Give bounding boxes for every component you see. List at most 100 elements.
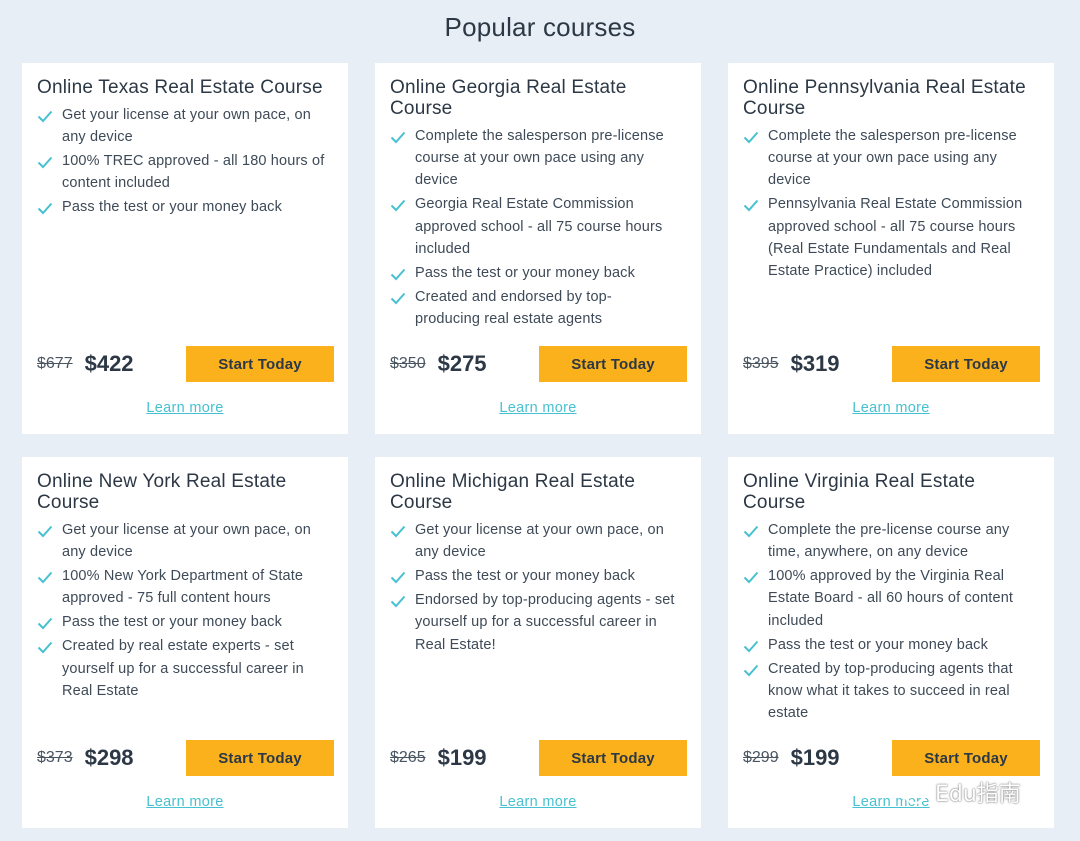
old-price: $299 xyxy=(743,749,779,766)
feature-text: 100% New York Department of State approv… xyxy=(62,568,304,607)
check-icon xyxy=(390,523,406,539)
start-today-button[interactable]: Start Today xyxy=(892,346,1040,382)
check-icon xyxy=(390,593,406,609)
card-title: Online Texas Real Estate Course xyxy=(37,77,323,98)
feature-item: Created by top-producing agents that kno… xyxy=(743,658,1041,725)
course-card-texas: Online Texas Real Estate Course Get your… xyxy=(22,63,348,434)
feature-text: Get your license at your own pace, on an… xyxy=(415,522,664,561)
card-title: Online Pennsylvania Real Estate Course xyxy=(743,77,1026,119)
feature-item: Created by real estate experts - set you… xyxy=(37,635,333,702)
feature-text: Pass the test or your money back xyxy=(62,614,282,631)
feature-item: Pass the test or your money back xyxy=(390,565,688,587)
check-icon xyxy=(37,108,53,124)
feature-item: Endorsed by top-producing agents - set y… xyxy=(390,589,688,656)
check-icon xyxy=(743,662,759,678)
feature-text: Get your license at your own pace, on an… xyxy=(62,107,311,146)
price-row: $299 $199 Start Today xyxy=(743,740,1040,776)
current-price: $422 xyxy=(84,351,134,376)
feature-item: Complete the pre-license course any time… xyxy=(743,519,1041,563)
feature-item: Complete the salesperson pre-license cou… xyxy=(390,125,688,192)
feature-text: Georgia Real Estate Commission approved … xyxy=(415,196,663,257)
feature-text: Endorsed by top-producing agents - set y… xyxy=(415,592,675,653)
course-card-michigan: Online Michigan Real Estate Course Get y… xyxy=(375,457,701,828)
current-price: $199 xyxy=(790,745,840,770)
watermark: Edu指南 xyxy=(893,776,1021,808)
check-icon xyxy=(390,290,406,306)
check-icon xyxy=(37,639,53,655)
feature-item: Pass the test or your money back xyxy=(37,196,333,218)
feature-item: Complete the salesperson pre-license cou… xyxy=(743,125,1041,192)
feature-text: Pass the test or your money back xyxy=(415,264,635,281)
feature-item: Pass the test or your money back xyxy=(37,611,333,633)
feature-list: Get your license at your own pace, on an… xyxy=(390,519,686,656)
price-row: $373 $298 Start Today xyxy=(37,740,334,776)
start-today-button[interactable]: Start Today xyxy=(892,740,1040,776)
check-icon xyxy=(37,615,53,631)
learn-more-link[interactable]: Learn more xyxy=(22,794,348,810)
feature-text: Pennsylvania Real Estate Commission appr… xyxy=(768,196,1023,280)
start-today-button[interactable]: Start Today xyxy=(186,740,334,776)
course-card-georgia: Online Georgia Real Estate Course Comple… xyxy=(375,63,701,434)
check-icon xyxy=(743,569,759,585)
learn-more-link[interactable]: Learn more xyxy=(375,794,701,810)
course-card-virginia: Online Virginia Real Estate Course Compl… xyxy=(728,457,1054,828)
check-icon xyxy=(743,523,759,539)
current-price: $199 xyxy=(437,745,487,770)
check-icon xyxy=(37,569,53,585)
check-icon xyxy=(390,266,406,282)
old-price: $395 xyxy=(743,355,779,372)
feature-text: Complete the pre-license course any time… xyxy=(768,522,1010,561)
learn-more-link[interactable]: Learn more xyxy=(728,400,1054,416)
feature-text: Complete the salesperson pre-license cou… xyxy=(768,128,1017,189)
old-price: $350 xyxy=(390,355,426,372)
check-icon xyxy=(390,197,406,213)
current-price: $319 xyxy=(790,351,840,376)
start-today-button[interactable]: Start Today xyxy=(186,346,334,382)
price-row: $350 $275 Start Today xyxy=(390,346,687,382)
feature-list: Get your license at your own pace, on an… xyxy=(37,519,333,702)
start-today-button[interactable]: Start Today xyxy=(539,346,687,382)
card-title: Online Georgia Real Estate Course xyxy=(390,77,627,119)
old-price: $265 xyxy=(390,749,426,766)
feature-item: Get your license at your own pace, on an… xyxy=(37,519,333,563)
watermark-text: Edu指南 xyxy=(935,782,1021,807)
check-icon xyxy=(743,638,759,654)
learn-more-link[interactable]: Learn more xyxy=(375,400,701,416)
feature-item: Georgia Real Estate Commission approved … xyxy=(390,193,688,260)
check-icon xyxy=(37,154,53,170)
feature-text: Created by real estate experts - set you… xyxy=(62,638,304,699)
feature-item: Pass the test or your money back xyxy=(743,634,1041,656)
feature-text: Created by top-producing agents that kno… xyxy=(768,660,1013,722)
feature-text: Pass the test or your money back xyxy=(62,199,282,216)
feature-list: Get your license at your own pace, on an… xyxy=(37,104,333,219)
card-title: Online Michigan Real Estate Course xyxy=(390,471,636,513)
feature-item: Created and endorsed by top-producing re… xyxy=(390,286,660,330)
learn-more-link[interactable]: Learn more xyxy=(22,400,348,416)
feature-list: Complete the salesperson pre-license cou… xyxy=(743,125,1039,282)
feature-text: Get your license at your own pace, on an… xyxy=(62,522,311,561)
feature-item: Get your license at your own pace, on an… xyxy=(37,104,333,148)
price-row: $677 $422 Start Today xyxy=(37,346,334,382)
feature-list: Complete the salesperson pre-license cou… xyxy=(390,125,686,330)
price-row: $395 $319 Start Today xyxy=(743,346,1040,382)
feature-item: Get your license at your own pace, on an… xyxy=(390,519,688,563)
feature-item: Pass the test or your money back xyxy=(390,262,688,284)
wechat-icon xyxy=(893,778,927,805)
check-icon xyxy=(37,200,53,216)
check-icon xyxy=(37,523,53,539)
check-icon xyxy=(743,197,759,213)
feature-text: Pass the test or your money back xyxy=(415,568,635,585)
current-price: $298 xyxy=(84,745,134,770)
feature-item: Pennsylvania Real Estate Commission appr… xyxy=(743,193,1041,282)
feature-text: Created and endorsed by top-producing re… xyxy=(415,288,612,328)
card-title: Online Virginia Real Estate Course xyxy=(743,471,976,513)
card-title: Online New York Real Estate Course xyxy=(37,471,287,513)
feature-item: 100% New York Department of State approv… xyxy=(37,565,333,609)
feature-text: 100% approved by the Virginia Real Estat… xyxy=(768,568,1014,629)
feature-item: 100% TREC approved - all 180 hours of co… xyxy=(37,150,333,194)
page-title: Popular courses xyxy=(444,12,636,42)
feature-item: 100% approved by the Virginia Real Estat… xyxy=(743,565,1041,632)
old-price: $677 xyxy=(37,355,73,372)
feature-text: Pass the test or your money back xyxy=(768,636,988,653)
start-today-button[interactable]: Start Today xyxy=(539,740,687,776)
